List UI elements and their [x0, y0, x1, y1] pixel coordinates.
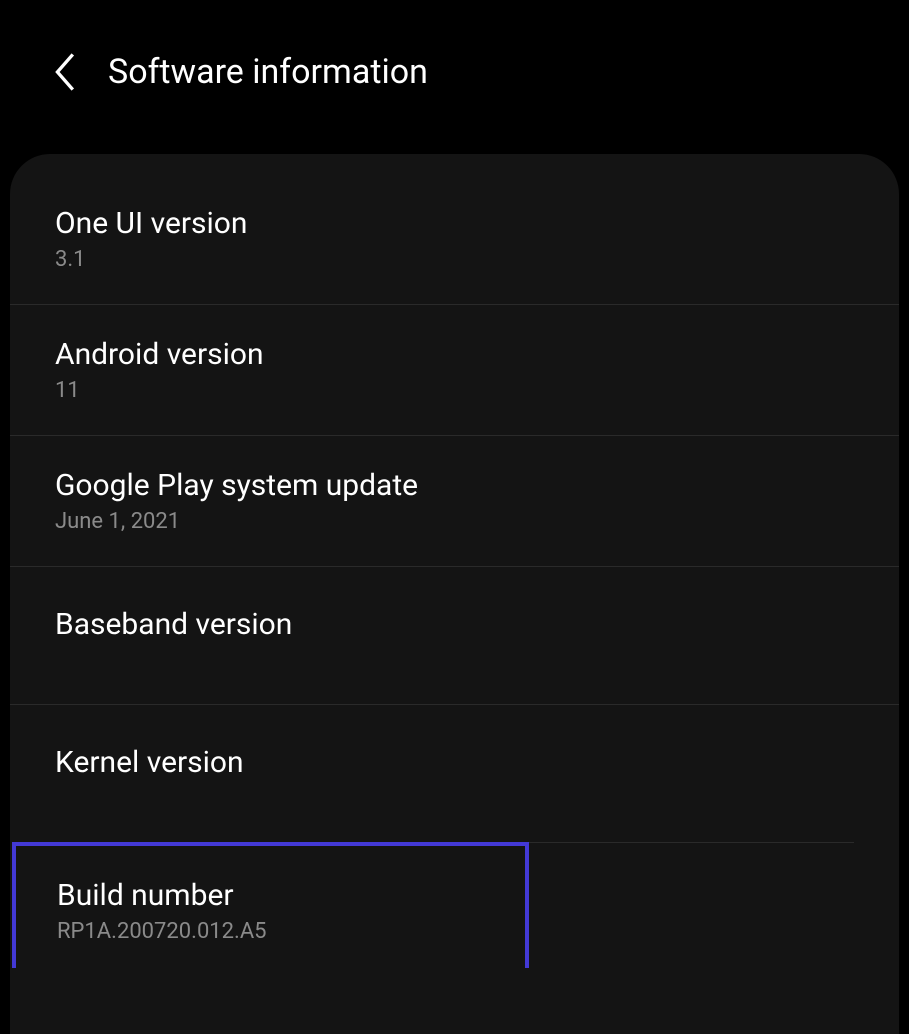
setting-title: Build number — [57, 878, 484, 913]
setting-item-build-number[interactable]: Build number RP1A.200720.012.A5 — [12, 842, 529, 968]
setting-value: 3.1 — [55, 247, 854, 272]
page-title: Software information — [108, 52, 428, 92]
setting-title: Kernel version — [55, 745, 854, 780]
last-row-container: Build number RP1A.200720.012.A5 — [10, 842, 899, 968]
setting-value: RP1A.200720.012.A5 — [57, 919, 484, 944]
back-icon[interactable] — [50, 50, 78, 94]
settings-content: One UI version 3.1 Android version 11 Go… — [10, 154, 899, 1034]
setting-item-one-ui-version[interactable]: One UI version 3.1 — [10, 174, 899, 305]
setting-item-android-version[interactable]: Android version 11 — [10, 305, 899, 436]
setting-title: Android version — [55, 337, 854, 372]
setting-title: Google Play system update — [55, 468, 854, 503]
header: Software information — [0, 0, 909, 134]
setting-value: 11 — [55, 378, 854, 403]
setting-item-kernel-version[interactable]: Kernel version — [10, 705, 899, 842]
setting-title: Baseband version — [55, 607, 854, 642]
setting-title: One UI version — [55, 206, 854, 241]
setting-item-google-play-update[interactable]: Google Play system update June 1, 2021 — [10, 436, 899, 567]
setting-item-baseband-version[interactable]: Baseband version — [10, 567, 899, 705]
setting-value: June 1, 2021 — [55, 509, 854, 534]
